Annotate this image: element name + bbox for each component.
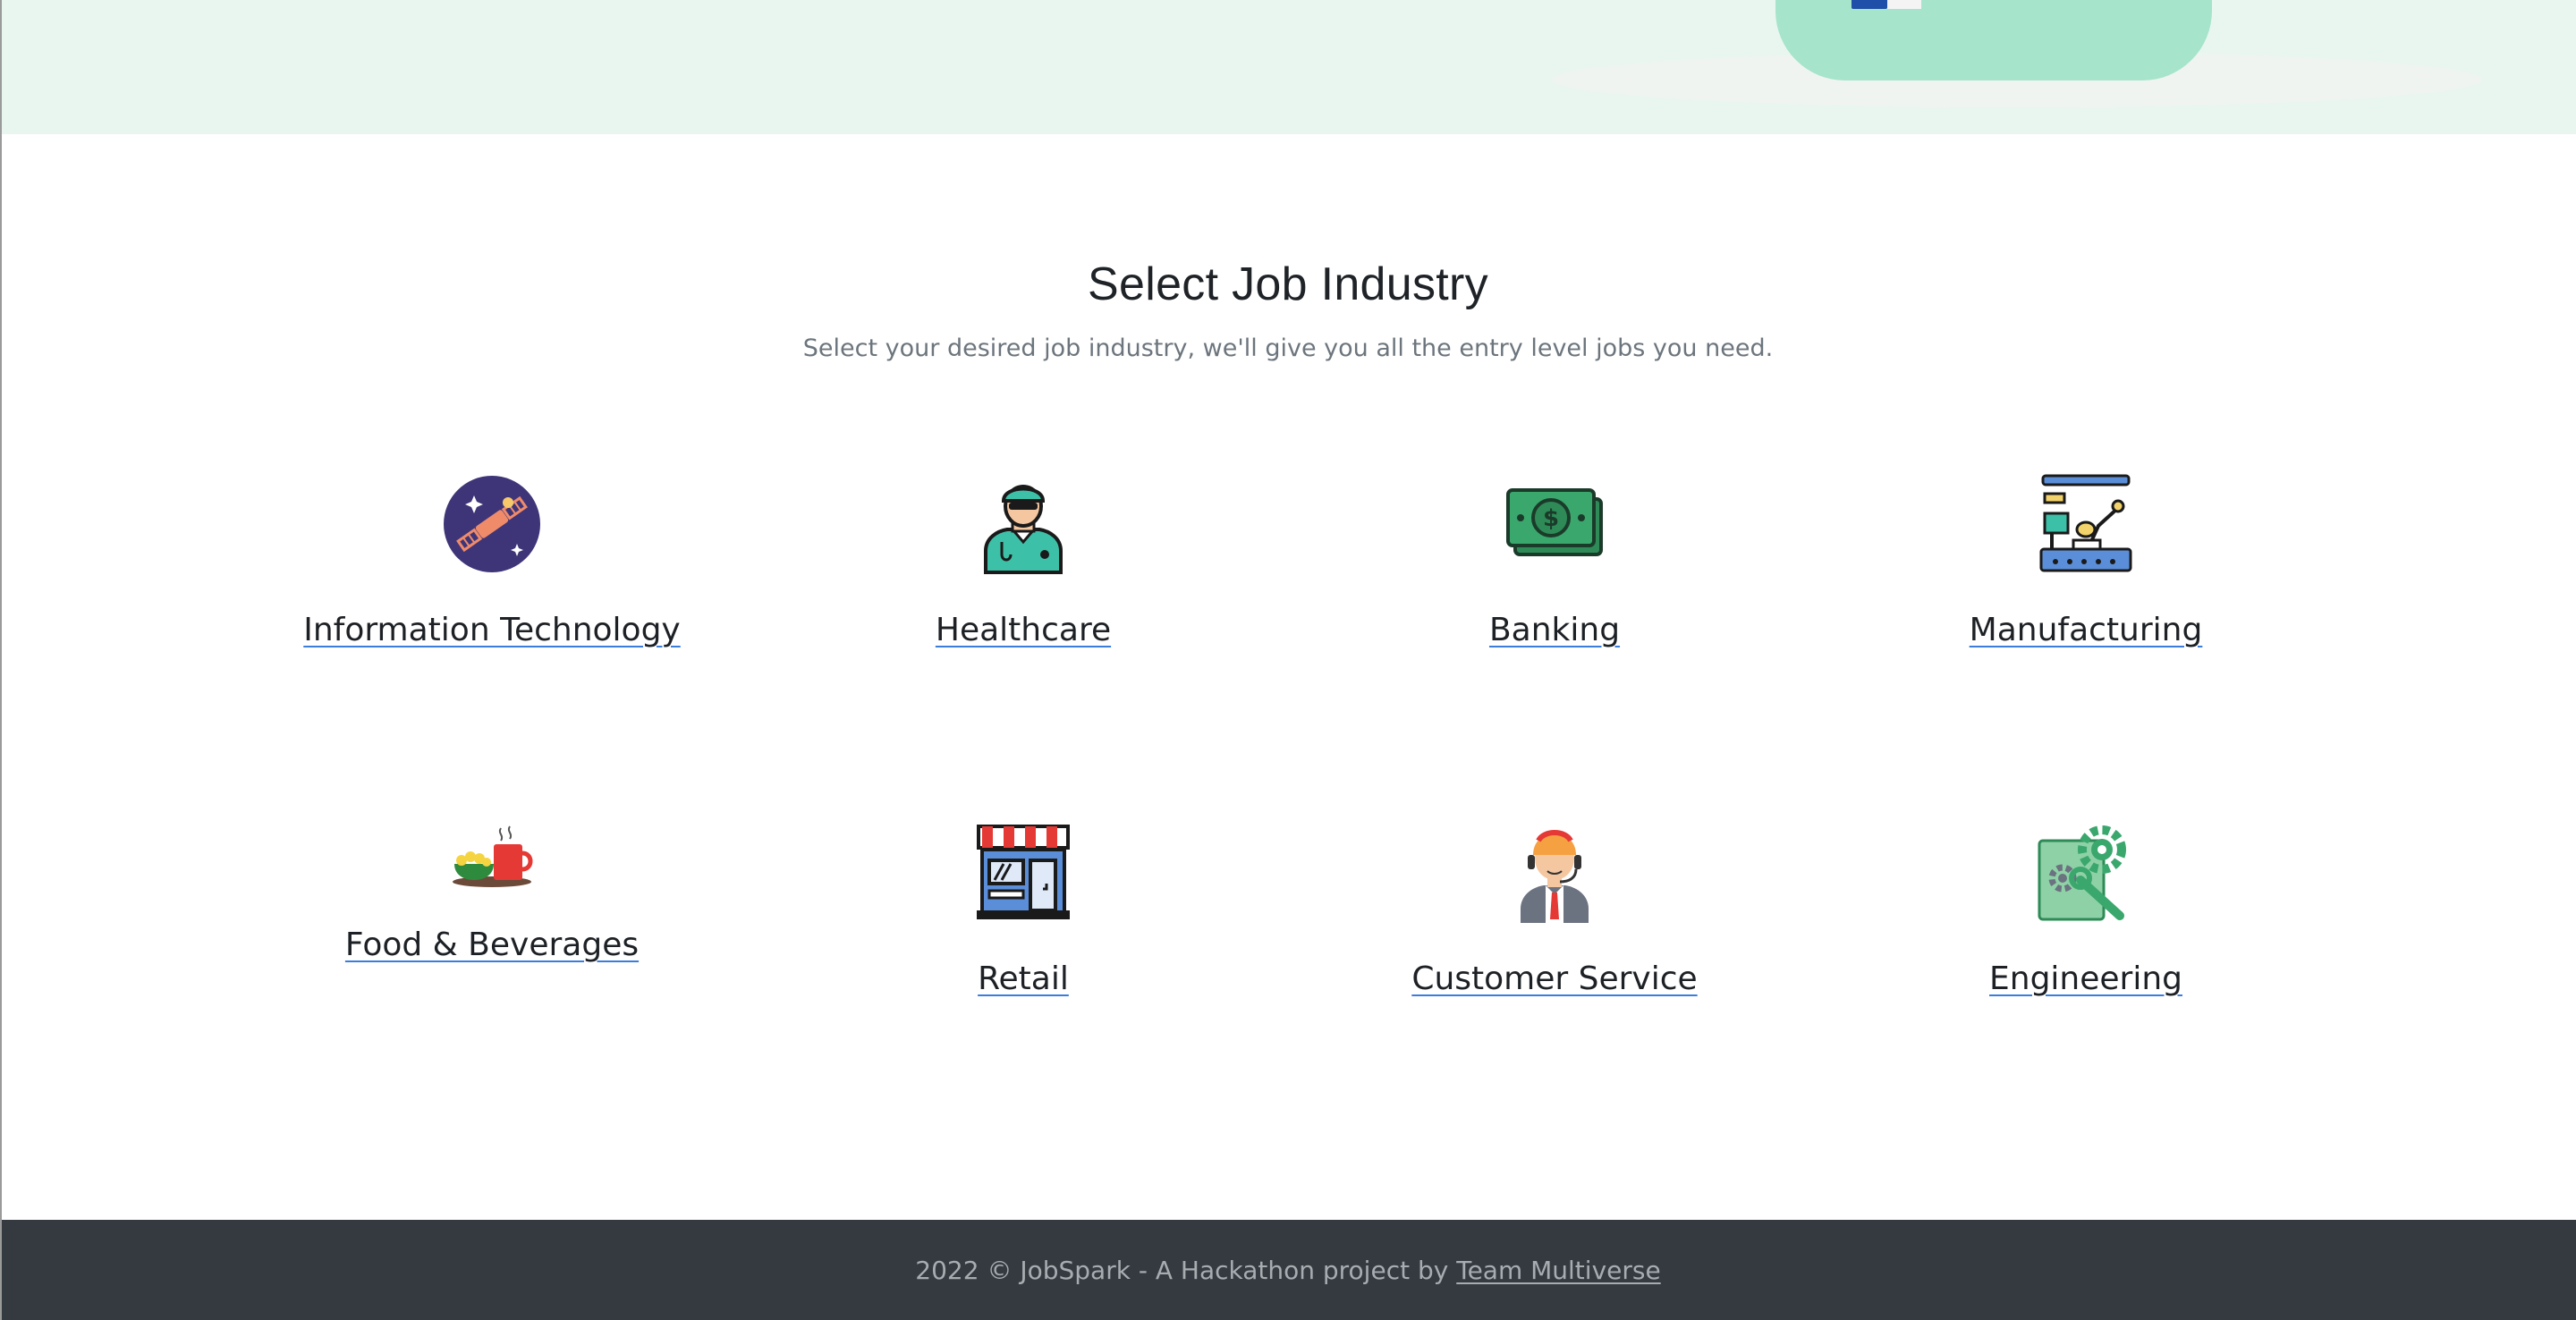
money-icon: $	[1504, 474, 1605, 574]
industry-label: Retail	[978, 960, 1069, 997]
footer: 2022 © JobSpark - A Hackathon project by…	[0, 1220, 2576, 1320]
industry-label: Information Technology	[303, 612, 681, 648]
section-subtitle: Select your desired job industry, we'll …	[802, 334, 1774, 362]
window-edge	[0, 0, 2, 1320]
footer-copyright: 2022 © JobSpark - A Hackathon project by	[915, 1256, 1449, 1285]
industry-label: Healthcare	[935, 612, 1112, 648]
industry-card-healthcare[interactable]: Healthcare	[758, 474, 1289, 648]
hero-banner	[0, 0, 2576, 134]
page: Select Job Industry Select your desired …	[0, 0, 2576, 1320]
doctor-icon	[973, 474, 1073, 574]
industry-label: Customer Service	[1411, 960, 1698, 997]
industry-card-retail[interactable]: Retail	[758, 823, 1289, 997]
industry-label: Engineering	[1989, 960, 2182, 997]
industry-card-engineering[interactable]: Engineering	[1820, 823, 2351, 997]
team-multiverse-link[interactable]: Team Multiverse	[1456, 1256, 1660, 1285]
hero-illustration-detail	[1852, 0, 1887, 9]
industry-card-information-technology[interactable]: Information Technology	[226, 474, 758, 648]
satellite-icon	[442, 474, 542, 574]
industry-label: Food & Beverages	[344, 927, 640, 963]
section-title: Select Job Industry	[1088, 258, 1488, 310]
industry-card-customer-service[interactable]: Customer Service	[1289, 823, 1820, 997]
gear-wrench-icon	[2036, 823, 2136, 923]
industry-card-manufacturing[interactable]: Manufacturing	[1820, 474, 2351, 648]
industry-card-food-beverages[interactable]: Food & Beverages	[226, 825, 758, 963]
footer-text: 2022 © JobSpark - A Hackathon project by…	[0, 1256, 2576, 1285]
hero-illustration	[1775, 0, 2212, 80]
factory-icon	[2036, 474, 2136, 574]
support-agent-icon	[1504, 823, 1605, 923]
industry-label: Banking	[1488, 612, 1621, 648]
store-icon	[973, 823, 1073, 923]
svg-text:$: $	[1543, 505, 1559, 532]
industry-card-banking[interactable]: $ Banking	[1289, 474, 1820, 648]
industry-label: Manufacturing	[1969, 612, 2203, 648]
food-icon	[442, 825, 542, 891]
hero-illustration-detail-2	[1887, 0, 1921, 9]
